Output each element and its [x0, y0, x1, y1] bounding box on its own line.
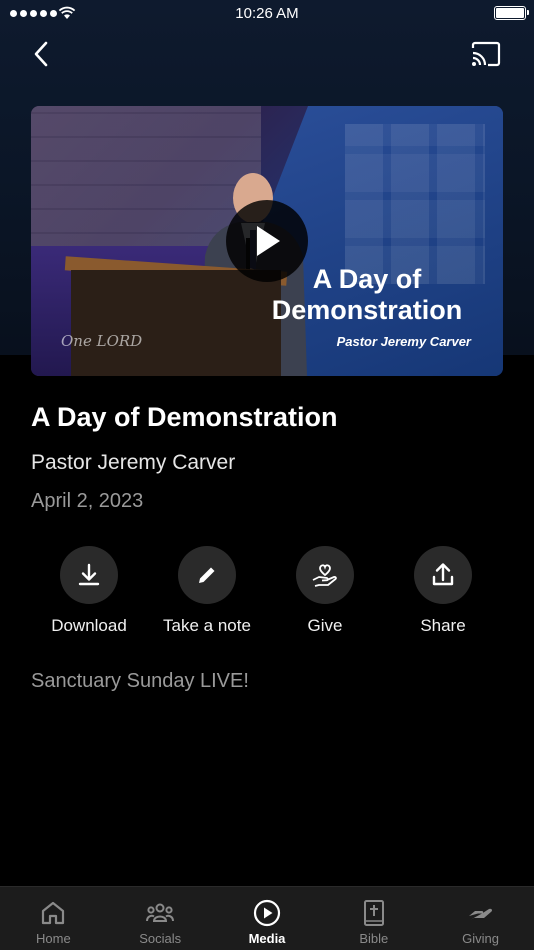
play-button[interactable] [226, 200, 308, 282]
thumbnail-speaker: Pastor Jeremy Carver [336, 334, 471, 349]
tab-bar: Home Socials Media Bible Giving [0, 886, 534, 950]
sermon-title: A Day of Demonstration [31, 402, 338, 432]
play-icon [257, 226, 280, 256]
chevron-left-icon [34, 41, 48, 67]
sermon-date: April 2, 2023 [31, 490, 144, 512]
tab-bible-label: Bible [359, 931, 389, 946]
sermon-speaker: Pastor Jeremy Carver [31, 451, 236, 474]
thumbnail-background-text: One LORD [61, 332, 143, 350]
take-note-label: Take a note [163, 616, 251, 635]
thumbnail-pattern [345, 124, 485, 284]
share-icon [432, 563, 454, 586]
share-button[interactable]: Share [384, 546, 502, 636]
bible-icon [363, 900, 384, 926]
tab-socials[interactable]: Socials [107, 887, 214, 950]
share-label: Share [420, 616, 466, 635]
status-time: 10:26 AM [235, 5, 299, 22]
tab-media[interactable]: Media [214, 887, 321, 950]
pencil-icon [199, 567, 215, 583]
status-bar: 10:26 AM [0, 0, 534, 30]
sermon-description: Sanctuary Sunday LIVE! [31, 670, 249, 692]
take-note-button[interactable]: Take a note [148, 546, 266, 636]
tab-giving-label: Giving [462, 931, 500, 946]
video-player[interactable]: One LORD A Day of Demonstration Pastor J… [31, 106, 503, 376]
battery-icon [494, 6, 529, 20]
tab-socials-label: Socials [139, 931, 182, 946]
tab-giving[interactable]: Giving [427, 887, 534, 950]
cast-button[interactable] [470, 40, 502, 68]
tab-home[interactable]: Home [0, 887, 107, 950]
tab-bible[interactable]: Bible [320, 887, 427, 950]
cast-icon [471, 41, 501, 67]
give-label: Give [307, 616, 343, 635]
back-button[interactable] [28, 38, 56, 70]
download-icon [78, 563, 100, 586]
tab-home-label: Home [36, 931, 71, 946]
giving-hand-icon [468, 908, 492, 920]
give-button[interactable]: Give [266, 546, 384, 636]
download-label: Download [51, 616, 127, 635]
tab-media-label: Media [248, 931, 286, 946]
play-circle-icon [253, 899, 281, 927]
action-bar: Download Take a note Give Share [30, 546, 508, 646]
hand-heart-icon [312, 564, 337, 587]
home-icon [42, 901, 65, 925]
people-icon [146, 903, 175, 922]
download-button[interactable]: Download [30, 546, 148, 636]
